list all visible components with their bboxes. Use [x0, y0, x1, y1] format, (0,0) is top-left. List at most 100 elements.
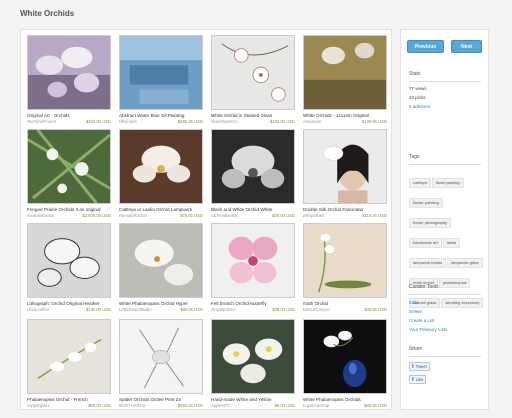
treasury-lists-link[interactable]: Your Treasury Lists — [409, 327, 447, 332]
stats-heading: Stats — [409, 71, 421, 77]
tag[interactable]: lampwork beads — [409, 258, 447, 268]
list-item[interactable]: Lithograph: Orchid Original Heather Libr… — [26, 223, 112, 312]
list-item[interactable]: Felt brooch Orchid-butterfly OrigaNotion… — [210, 223, 296, 312]
item-thumbnail[interactable] — [303, 223, 387, 298]
like-button[interactable]: f Like — [409, 375, 427, 384]
item-thumbnail[interactable] — [119, 129, 203, 204]
list-item[interactable]: Spider Orchids Giclee Print 24 MARTHAROS… — [118, 319, 204, 408]
views-count: 77 views — [409, 86, 427, 91]
list-item[interactable]: White Orchids - 11x14in Original Amidoos… — [302, 35, 388, 124]
item-thumbnail[interactable] — [211, 319, 295, 394]
list-item[interactable]: Abstract Water Blue Oil Painting HDonnel… — [118, 35, 204, 124]
item-thumbnail[interactable] — [303, 35, 387, 110]
item-title[interactable]: moth Orchid — [302, 301, 388, 306]
tag[interactable]: lampwork glass — [447, 258, 483, 268]
item-title[interactable]: Cattleya or Laelia Orchid Lampwork — [118, 207, 204, 212]
divider — [409, 294, 481, 295]
item-thumbnail[interactable] — [303, 129, 387, 204]
tag[interactable]: flower photography — [409, 218, 452, 228]
shop-name[interactable]: GlassWashCo — [211, 119, 238, 124]
item-price: $750.00 USD — [177, 403, 203, 408]
item-price: $9.00 USD — [274, 403, 295, 408]
shop-name[interactable]: meanthebesss — [27, 213, 54, 218]
item-title[interactable]: Spider Orchids Giclee Print 24 — [118, 397, 204, 402]
item-price: $25.00 USD — [272, 213, 295, 218]
item-title[interactable]: White Phalaenopsis Orchid Hyper — [118, 301, 204, 306]
tag[interactable]: phalaenopsis — [438, 278, 471, 288]
item-thumbnail[interactable] — [119, 319, 203, 394]
item-thumbnail[interactable] — [119, 35, 203, 110]
shop-name[interactable]: HDonnelli — [119, 119, 137, 124]
item-thumbnail[interactable] — [211, 35, 295, 110]
tag[interactable]: laelia — [442, 238, 461, 248]
shop-name[interactable]: carlenatravishi — [211, 213, 238, 218]
item-title[interactable]: Phalaenopsis Orchid - French — [26, 397, 112, 402]
tag[interactable]: handmade art — [409, 238, 442, 248]
item-title[interactable]: White Orchid in Stained Glass — [210, 113, 296, 118]
item-price: $160.00 USD — [269, 119, 295, 124]
previous-button[interactable]: Previous — [407, 40, 444, 53]
list-item[interactable]: Double Silk Orchid Fascinator pishposhes… — [302, 129, 388, 218]
list-item[interactable]: Phalaenopsis Orchid - French copperglass… — [26, 319, 112, 408]
like-label: Like — [415, 377, 424, 382]
treasury-grid: Original Art - Orchids TeaTimeFineArt $40… — [20, 29, 392, 410]
item-thumbnail[interactable] — [27, 35, 111, 110]
twitter-icon: t — [412, 363, 414, 370]
list-item[interactable]: Original Art - Orchids TeaTimeFineArt $40… — [26, 35, 112, 124]
item-title[interactable]: White Orchids - 11x14in Original — [302, 113, 388, 118]
admirers-link[interactable]: 5 admirers — [409, 104, 430, 109]
shop-name[interactable]: DesertCanyon — [303, 307, 330, 312]
item-thumbnail[interactable] — [27, 129, 111, 204]
list-item[interactable]: Cattleya or Laelia Orchid Lampwork Hanna… — [118, 129, 204, 218]
create-list-link[interactable]: Create a List — [409, 318, 435, 323]
page-title: White Orchids — [20, 9, 75, 18]
shop-name[interactable]: pishposhes — [303, 213, 324, 218]
list-item[interactable]: Black and White Orchid-White carlenatrav… — [210, 129, 296, 218]
list-item[interactable]: Fringed Prairie Orchids II an original m… — [26, 129, 112, 218]
item-thumbnail[interactable] — [27, 319, 111, 394]
tag[interactable]: cattleya — [409, 178, 431, 188]
item-title[interactable]: Black and White Orchid-White — [210, 207, 296, 212]
item-price: $65.00 USD — [88, 403, 111, 408]
tag[interactable]: wedding accessory — [441, 298, 484, 308]
list-item[interactable]: moth Orchid DesertCanyon $39.00 USD — [302, 223, 388, 312]
list-item[interactable]: White Phalaenopsis Orchids LupaloveGrap $… — [302, 319, 388, 408]
divider — [409, 164, 481, 165]
list-item[interactable]: White Phalaenopsis Orchid Hyper LeBlosso… — [118, 223, 204, 312]
edit-link[interactable]: Edit — [409, 300, 417, 305]
item-title[interactable]: Fringed Prairie Orchids II an original — [26, 207, 112, 212]
item-title[interactable]: Original Art - Orchids — [26, 113, 112, 118]
shop-name[interactable]: Amidoose — [303, 119, 322, 124]
item-title[interactable]: Hand-made White and Yellow — [210, 397, 296, 402]
item-title[interactable]: Double Silk Orchid Fascinator — [302, 207, 388, 212]
item-thumbnail[interactable] — [211, 129, 295, 204]
item-title[interactable]: Lithograph: Orchid Original Heather — [26, 301, 112, 306]
tag[interactable]: floral painting — [431, 178, 464, 188]
item-price: $149.95 USD — [361, 119, 387, 124]
item-thumbnail[interactable] — [27, 223, 111, 298]
shop-name[interactable]: LibraryofKel — [27, 307, 49, 312]
shop-name[interactable]: TeaTimeFineArt — [27, 119, 56, 124]
item-price: $75.00 USD — [180, 213, 203, 218]
item-title[interactable]: Felt brooch Orchid-butterfly — [210, 301, 296, 306]
shop-name[interactable]: LeBlossomStudio — [119, 307, 152, 312]
tag[interactable]: flower painting — [409, 198, 443, 208]
item-thumbnail[interactable] — [119, 223, 203, 298]
item-thumbnail[interactable] — [303, 319, 387, 394]
shop-name[interactable]: OrigaNotions — [211, 307, 235, 312]
item-title[interactable]: White Phalaenopsis Orchids — [302, 397, 388, 402]
shop-name[interactable]: HannahRachel — [119, 213, 147, 218]
delete-link[interactable]: Delete — [409, 309, 422, 314]
item-title[interactable]: Abstract Water Blue Oil Painting — [118, 113, 204, 118]
list-item[interactable]: Hand-made White and Yellow AppleNYC $9.00… — [210, 319, 296, 408]
tweet-button[interactable]: t Tweet — [409, 362, 430, 371]
item-price: $2,000.00 USD — [82, 213, 111, 218]
shop-name[interactable]: LupaloveGrap — [303, 403, 329, 408]
item-thumbnail[interactable] — [211, 223, 295, 298]
shop-name[interactable]: copperglass — [27, 403, 50, 408]
shop-name[interactable]: MARTHAROS — [119, 403, 146, 408]
list-item[interactable]: White Orchid in Stained Glass GlassWashC… — [210, 35, 296, 124]
next-button[interactable]: Next — [451, 40, 482, 53]
item-price: $39.00 USD — [272, 307, 295, 312]
shop-name[interactable]: AppleNYC — [211, 403, 231, 408]
